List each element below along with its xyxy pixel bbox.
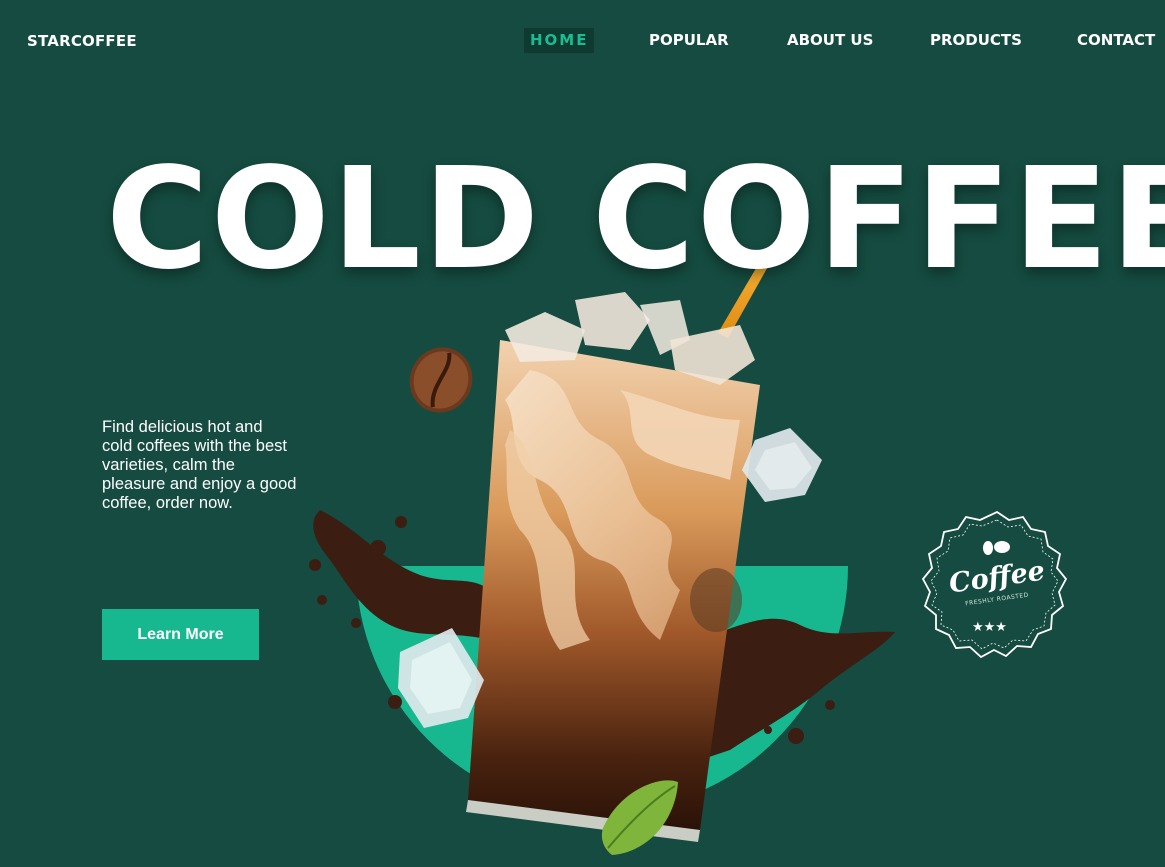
coffee-bean bbox=[409, 347, 473, 413]
accent-semicircle bbox=[356, 566, 848, 812]
hero-tagline: Find delicious hot and cold coffees with… bbox=[102, 418, 297, 512]
mint-leaf bbox=[601, 780, 678, 855]
nav-item-contact[interactable]: CONTACT bbox=[1077, 28, 1155, 53]
learn-more-button[interactable]: Learn More bbox=[102, 609, 259, 660]
ice-cube-left bbox=[398, 628, 484, 728]
hero-title: COLD COFFEE bbox=[106, 138, 1165, 301]
nav-item-popular[interactable]: POPULAR bbox=[649, 28, 729, 53]
coffee-badge: ★★★ Coffee FRESHLY ROASTED bbox=[920, 508, 1074, 662]
nav-item-products[interactable]: PRODUCTS bbox=[930, 28, 1022, 53]
nav-item-about-us[interactable]: ABOUT US bbox=[787, 28, 873, 53]
iced-coffee-glass bbox=[466, 292, 760, 842]
top-navigation: STARCOFFEE HOME POPULAR ABOUT US PRODUCT… bbox=[0, 0, 1165, 80]
chocolate-splash bbox=[309, 510, 895, 760]
svg-text:★★★: ★★★ bbox=[972, 620, 1007, 635]
ice-cube-right bbox=[742, 428, 822, 502]
blurred-bean bbox=[690, 568, 742, 632]
brand-logo[interactable]: STARCOFFEE bbox=[27, 32, 137, 50]
nav-item-home[interactable]: HOME bbox=[524, 28, 595, 53]
